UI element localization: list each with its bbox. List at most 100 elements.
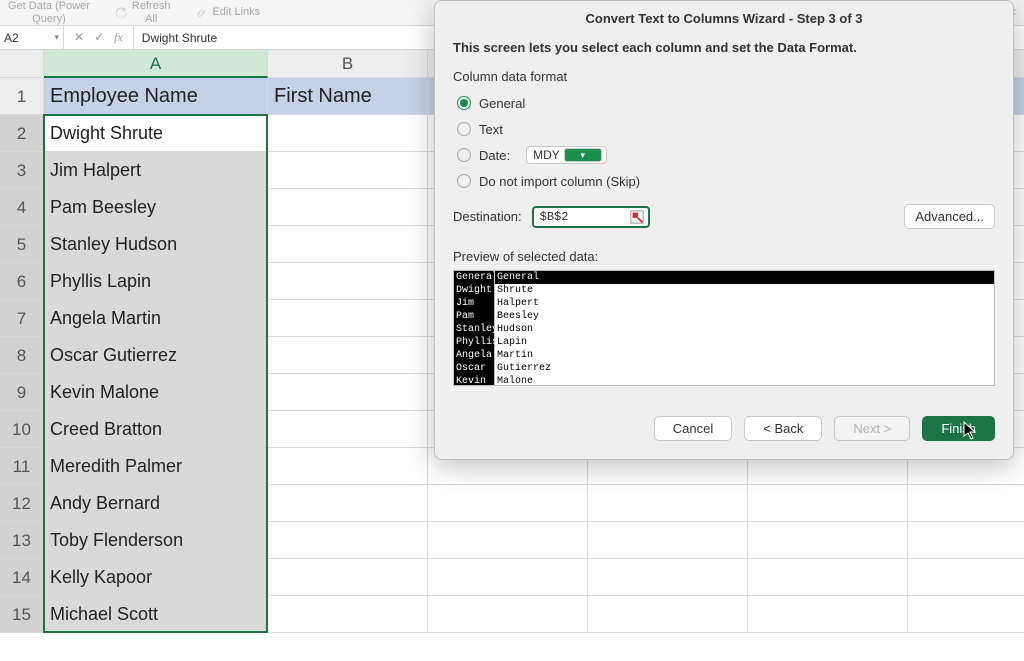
refresh-icon [114, 6, 128, 20]
cell[interactable]: Phyllis Lapin [44, 263, 268, 300]
row-header-1[interactable]: 1 [0, 78, 44, 115]
cell[interactable] [268, 448, 428, 485]
grid-corner[interactable] [0, 50, 44, 78]
radio-general[interactable] [457, 96, 471, 110]
format-date-row[interactable]: Date: MDY ▾ [457, 144, 995, 166]
row-header-2[interactable]: 2 [0, 115, 44, 152]
cell[interactable] [268, 411, 428, 448]
cell[interactable] [748, 559, 908, 596]
cell[interactable] [428, 559, 588, 596]
confirm-edit-icon[interactable]: ✓ [94, 30, 104, 45]
name-box[interactable]: A2 ▾ [0, 26, 64, 49]
cancel-button[interactable]: Cancel [654, 416, 732, 441]
dialog-footer: Cancel < Back Next > Finish [435, 402, 1013, 459]
advanced-button[interactable]: Advanced... [904, 204, 995, 229]
cell[interactable]: Toby Flenderson [44, 522, 268, 559]
next-button: Next > [834, 416, 910, 441]
cell[interactable]: Jim Halpert [44, 152, 268, 189]
cell[interactable]: Kevin Malone [44, 374, 268, 411]
range-picker-icon[interactable] [630, 210, 644, 224]
cell[interactable] [588, 559, 748, 596]
row-header-12[interactable]: 12 [0, 485, 44, 522]
cell[interactable]: Kelly Kapoor [44, 559, 268, 596]
fx-icon[interactable]: fx [114, 30, 123, 45]
radio-skip[interactable] [457, 174, 471, 188]
cell[interactable] [268, 559, 428, 596]
preview-header-row: GeneralGeneral [454, 271, 994, 284]
ribbon-refresh-label: Refresh All [132, 0, 171, 24]
row-header-14[interactable]: 14 [0, 559, 44, 596]
cell[interactable]: Angela Martin [44, 300, 268, 337]
format-skip-row[interactable]: Do not import column (Skip) [457, 170, 995, 192]
cell[interactable]: Andy Bernard [44, 485, 268, 522]
cell[interactable] [268, 374, 428, 411]
cell[interactable]: Meredith Palmer [44, 448, 268, 485]
cell[interactable]: Creed Bratton [44, 411, 268, 448]
destination-input[interactable]: $B$2 [532, 206, 650, 228]
row-header-7[interactable]: 7 [0, 300, 44, 337]
header-cell[interactable]: Employee Name [44, 78, 268, 115]
formula-bar-actions: ✕ ✓ fx [64, 26, 134, 49]
cell[interactable] [588, 522, 748, 559]
cell[interactable] [268, 596, 428, 633]
cell[interactable] [268, 300, 428, 337]
cell[interactable] [268, 263, 428, 300]
cell[interactable]: Pam Beesley [44, 189, 268, 226]
preview-label: Preview of selected data: [453, 249, 995, 264]
row-header-9[interactable]: 9 [0, 374, 44, 411]
cell[interactable] [428, 596, 588, 633]
radio-text[interactable] [457, 122, 471, 136]
finish-button[interactable]: Finish [922, 416, 995, 441]
format-general-row[interactable]: General [457, 92, 995, 114]
row-header-10[interactable]: 10 [0, 411, 44, 448]
preview-pane[interactable]: GeneralGeneralDwightShruteJimHalpertPamB… [453, 270, 995, 386]
back-button[interactable]: < Back [744, 416, 822, 441]
row-header-3[interactable]: 3 [0, 152, 44, 189]
header-cell[interactable]: First Name [268, 78, 428, 115]
cell[interactable]: Dwight Shrute [44, 115, 268, 152]
cell[interactable] [908, 522, 1024, 559]
cell[interactable] [748, 485, 908, 522]
dialog-title: Convert Text to Columns Wizard - Step 3 … [435, 1, 1013, 36]
cell[interactable] [268, 485, 428, 522]
date-format-dropdown[interactable]: MDY ▾ [526, 146, 607, 164]
cell[interactable] [908, 485, 1024, 522]
row-header-4[interactable]: 4 [0, 189, 44, 226]
date-format-value: MDY [533, 148, 560, 162]
cell[interactable] [908, 559, 1024, 596]
column-header-B[interactable]: B [268, 50, 428, 78]
cell[interactable] [268, 115, 428, 152]
cell[interactable] [428, 485, 588, 522]
row-header-13[interactable]: 13 [0, 522, 44, 559]
cell[interactable] [268, 226, 428, 263]
cell[interactable] [268, 337, 428, 374]
formula-bar-value[interactable]: Dwight Shrute [134, 31, 225, 45]
cell[interactable] [268, 522, 428, 559]
cell[interactable] [588, 596, 748, 633]
row-header-5[interactable]: 5 [0, 226, 44, 263]
row-header-6[interactable]: 6 [0, 263, 44, 300]
row-header-15[interactable]: 15 [0, 596, 44, 633]
cell[interactable] [748, 596, 908, 633]
cell[interactable] [748, 522, 908, 559]
cell[interactable]: Michael Scott [44, 596, 268, 633]
radio-date[interactable] [457, 148, 471, 162]
format-text-label: Text [479, 122, 503, 137]
cell[interactable] [268, 189, 428, 226]
cell[interactable] [588, 485, 748, 522]
cancel-edit-icon[interactable]: ✕ [74, 30, 84, 45]
cell[interactable]: Stanley Hudson [44, 226, 268, 263]
cell[interactable]: Oscar Gutierrez [44, 337, 268, 374]
link-icon [194, 6, 208, 20]
preview-row: KevinMalone [454, 375, 994, 386]
cell[interactable] [908, 596, 1024, 633]
cell[interactable] [428, 522, 588, 559]
row-header-11[interactable]: 11 [0, 448, 44, 485]
column-header-A[interactable]: A [44, 50, 268, 78]
preview-row: JimHalpert [454, 297, 994, 310]
cell[interactable] [268, 152, 428, 189]
ribbon-get-data-label: Get Data (Power Query) [8, 0, 90, 24]
format-text-row[interactable]: Text [457, 118, 995, 140]
ribbon-edit-links-label: Edit Links [212, 6, 260, 18]
row-header-8[interactable]: 8 [0, 337, 44, 374]
